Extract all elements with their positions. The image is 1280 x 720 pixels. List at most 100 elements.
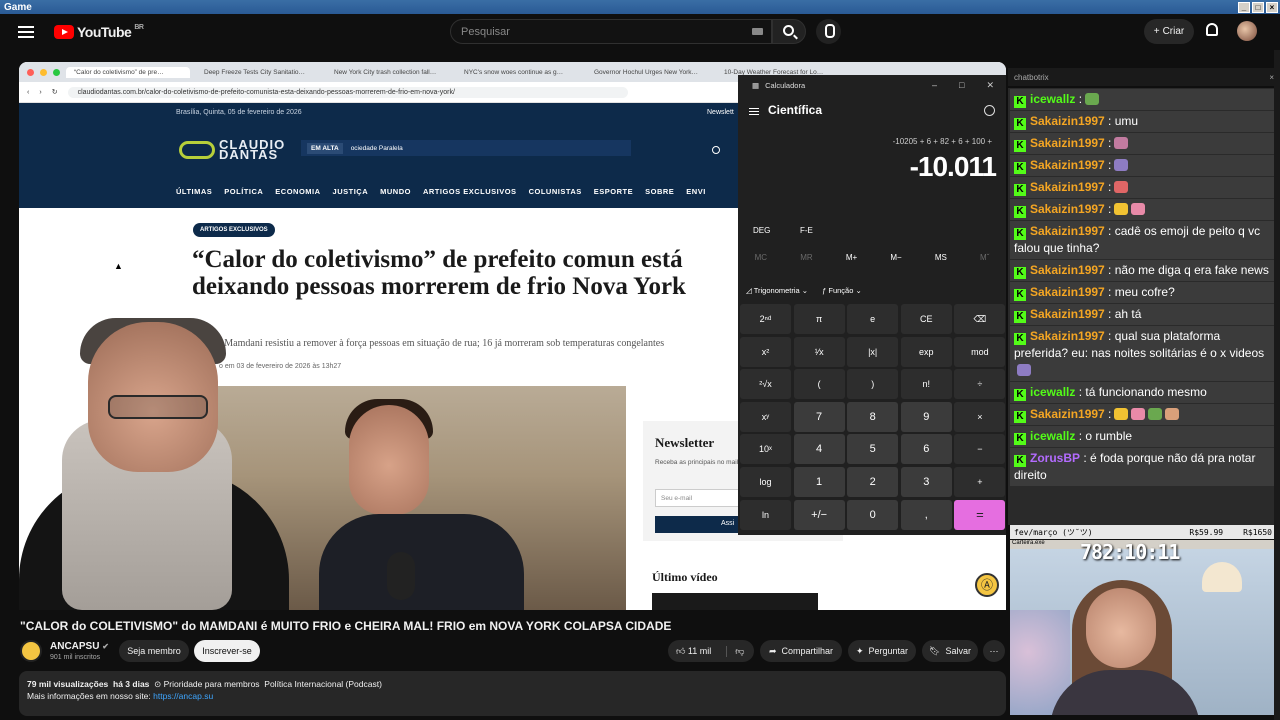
key-reciprocal[interactable]: ¹⁄x [793, 336, 845, 367]
chat-username[interactable]: Sakaizin1997 [1030, 158, 1105, 172]
menu-icon[interactable] [18, 26, 34, 38]
site-nav-item: ÚLTIMAS [176, 187, 213, 196]
key-plus[interactable]: + [954, 466, 1006, 497]
function-dropdown[interactable]: ƒ Função ⌄ [822, 286, 862, 295]
key-three[interactable]: 3 [900, 466, 952, 497]
key-minus[interactable]: − [954, 434, 1006, 465]
website-link[interactable]: https://ancap.su [153, 691, 213, 701]
newsletter-email-input: Seu e-mail [655, 489, 741, 507]
more-actions-icon[interactable]: ⋯ [983, 640, 1005, 662]
key-five[interactable]: 5 [847, 434, 899, 465]
calc-close-icon[interactable]: ✕ [986, 80, 994, 91]
maximize-icon[interactable]: □ [1252, 1, 1264, 13]
key-euler[interactable]: e [847, 304, 899, 334]
channel-name[interactable]: ANCAPSU ✔ [50, 641, 109, 652]
chat-username[interactable]: icewallz [1030, 429, 1075, 443]
key-clear-entry[interactable]: CE [900, 304, 952, 334]
search-button[interactable] [772, 19, 806, 44]
key-close-paren[interactable]: ) [847, 369, 899, 400]
minimize-icon[interactable]: _ [1238, 1, 1250, 13]
history-icon[interactable] [984, 105, 995, 116]
newsletter-desc: Receba as principais no mail [655, 459, 739, 466]
memory-subtract-button[interactable]: M− [890, 253, 901, 262]
join-label: Seja membro [127, 646, 181, 656]
key-four[interactable]: 4 [793, 434, 845, 465]
chat-username[interactable]: icewallz [1030, 92, 1075, 106]
keyboard-icon[interactable] [752, 28, 763, 35]
kick-badge-icon: K [1014, 267, 1026, 279]
search-input[interactable]: Pesquisar [450, 19, 772, 44]
dislike-icon[interactable]: 👎︎ [726, 645, 744, 657]
chat-username[interactable]: Sakaizin1997 [1030, 329, 1105, 343]
key-power[interactable]: xʸ [740, 401, 791, 432]
ask-button[interactable]: ✦ Perguntar [848, 640, 916, 662]
calc-minimize-icon[interactable]: – [932, 80, 937, 91]
channel-avatar[interactable] [20, 640, 42, 662]
memory-store-button[interactable]: MS [935, 253, 947, 262]
trigonometry-dropdown[interactable]: ◿ Trigonometria ⌄ [746, 286, 808, 295]
chat-username[interactable]: icewallz [1030, 385, 1075, 399]
youtube-logo[interactable]: YouTube BR [54, 24, 144, 40]
calculator-window[interactable]: ▦ Calculadora – □ ✕ Científica -10205 + … [738, 75, 1006, 535]
key-nine[interactable]: 9 [900, 401, 952, 432]
memory-add-button[interactable]: M+ [846, 253, 857, 262]
share-button[interactable]: ➦ Compartilhar [760, 640, 842, 662]
key-exp[interactable]: exp [900, 336, 952, 367]
key-one[interactable]: 1 [793, 466, 845, 497]
key-square[interactable]: x² [740, 336, 791, 367]
chat-username[interactable]: Sakaizin1997 [1030, 307, 1105, 321]
save-button[interactable]: 🔖︎ Salvar [922, 640, 978, 662]
page-scrollbar[interactable] [1274, 50, 1280, 720]
key-decimal[interactable]: , [900, 499, 952, 530]
key-mod[interactable]: mod [954, 336, 1006, 367]
memory-clear-button[interactable]: MC [755, 253, 767, 262]
chat-username[interactable]: Sakaizin1997 [1030, 136, 1105, 150]
create-button[interactable]: + Criar [1144, 19, 1194, 44]
memory-list-button[interactable]: Mˇ [980, 253, 989, 262]
key-divide[interactable]: ÷ [954, 369, 1006, 400]
chat-username[interactable]: ZorusBP [1030, 451, 1080, 465]
key-eight[interactable]: 8 [847, 401, 899, 432]
key-absolute[interactable]: |x| [847, 336, 899, 367]
key-zero[interactable]: 0 [847, 499, 899, 530]
key-multiply[interactable]: × [954, 401, 1006, 432]
chat-username[interactable]: Sakaizin1997 [1030, 407, 1105, 421]
key-backspace[interactable]: ⌫ [954, 304, 1006, 334]
key-seven[interactable]: 7 [793, 401, 845, 432]
calculator-menu-icon[interactable] [749, 108, 759, 115]
chat-username[interactable]: Sakaizin1997 [1030, 224, 1105, 238]
site-newsletter-link: Newslett [707, 109, 734, 116]
key-ln[interactable]: ln [740, 499, 791, 530]
deg-button[interactable]: DEG [753, 226, 770, 235]
function-label: Função [828, 286, 854, 295]
key-factorial[interactable]: n! [900, 369, 952, 400]
key-six[interactable]: 6 [900, 434, 952, 465]
calc-maximize-icon[interactable]: □ [959, 80, 964, 91]
voice-search-icon[interactable] [816, 19, 841, 44]
key-sqrt[interactable]: ²√x [740, 369, 791, 400]
chat-username[interactable]: Sakaizin1997 [1030, 285, 1105, 299]
key-ten-power[interactable]: 10ˣ [740, 434, 791, 465]
kick-badge-icon: K [1014, 311, 1026, 323]
chat-username[interactable]: Sakaizin1997 [1030, 114, 1105, 128]
chat-username[interactable]: Sakaizin1997 [1030, 263, 1105, 277]
user-avatar[interactable] [1237, 21, 1257, 41]
fe-button[interactable]: F-E [800, 226, 813, 235]
key-pi[interactable]: π [793, 304, 845, 334]
chat-username[interactable]: Sakaizin1997 [1030, 180, 1105, 194]
key-log[interactable]: log [740, 466, 791, 497]
memory-recall-button[interactable]: MR [800, 253, 812, 262]
chat-username[interactable]: Sakaizin1997 [1030, 202, 1105, 216]
join-button[interactable]: Seja membro [119, 640, 189, 662]
video-description[interactable]: 79 mil visualizações há 3 dias ⊙ Priorid… [19, 671, 1006, 716]
key-equals[interactable]: = [954, 499, 1006, 530]
key-open-paren[interactable]: ( [793, 369, 845, 400]
key-negate[interactable]: +/− [793, 499, 845, 530]
close-icon[interactable]: × [1266, 1, 1278, 13]
notifications-bell-icon[interactable] [1206, 23, 1218, 36]
like-button[interactable]: 👍︎ 11 mil [676, 646, 711, 657]
key-two[interactable]: 2 [847, 466, 899, 497]
subscribe-button[interactable]: Inscrever-se [194, 640, 260, 662]
key-two-nd[interactable]: 2ⁿᵈ [740, 304, 791, 334]
chat-message: K Sakaizin1997 : não me diga q era fake n… [1010, 260, 1278, 281]
